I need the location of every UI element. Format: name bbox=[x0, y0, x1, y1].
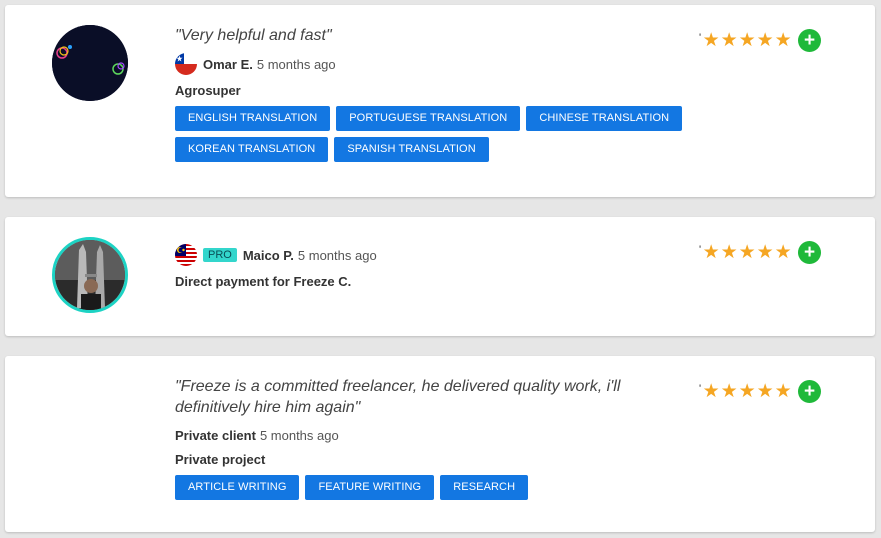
star-icon: ★ bbox=[756, 381, 774, 402]
skill-tag[interactable]: ENGLISH TRANSLATION bbox=[175, 106, 331, 131]
skill-tag[interactable]: FEATURE WRITING bbox=[305, 475, 435, 500]
skill-tag[interactable]: CHINESE TRANSLATION bbox=[526, 106, 683, 131]
star-rating: ' ★ ★ ★ ★ ★ + bbox=[699, 241, 822, 264]
project-title[interactable]: Direct payment for Freeze C. bbox=[175, 274, 695, 289]
star-rating: ' ★ ★ ★ ★ ★ + bbox=[699, 380, 822, 403]
review-card: PRO Maico P. 5 months ago Direct payment… bbox=[5, 217, 875, 336]
star-icon: ★ bbox=[702, 381, 720, 402]
skill-tag[interactable]: KOREAN TRANSLATION bbox=[175, 137, 329, 162]
star-rating: ' ★ ★ ★ ★ ★ + bbox=[699, 29, 822, 52]
star-icon: ★ bbox=[720, 242, 738, 263]
reviewer-name: Private client bbox=[175, 427, 256, 443]
review-meta: Omar E. 5 months ago bbox=[175, 53, 695, 75]
skill-tags: ARTICLE WRITING FEATURE WRITING RESEARCH bbox=[175, 475, 815, 500]
star-icon: ★ bbox=[774, 381, 792, 402]
plus-circle-icon[interactable]: + bbox=[798, 380, 822, 403]
reviewer-name[interactable]: Maico P. bbox=[243, 248, 294, 263]
star-icon: ★ bbox=[774, 242, 792, 263]
plus-circle-icon[interactable]: + bbox=[798, 241, 822, 264]
rating-tick-icon: ' bbox=[699, 382, 702, 395]
skill-tag[interactable]: RESEARCH bbox=[440, 475, 529, 500]
review-quote: "Freeze is a committed freelancer, he de… bbox=[175, 378, 621, 416]
skill-tags: ENGLISH TRANSLATION PORTUGUESE TRANSLATI… bbox=[175, 106, 815, 162]
rating-tick-icon: ' bbox=[699, 243, 702, 256]
rating-tick-icon: ' bbox=[699, 31, 702, 44]
chile-flag-icon bbox=[175, 53, 197, 75]
star-icon: ★ bbox=[756, 242, 774, 263]
review-time: 5 months ago bbox=[256, 56, 336, 72]
project-title[interactable]: Agrosuper bbox=[175, 83, 695, 98]
reviewer-name[interactable]: Omar E. bbox=[203, 57, 253, 72]
star-icon: ★ bbox=[774, 30, 792, 51]
review-meta: Private client 5 months ago bbox=[175, 424, 695, 446]
star-icon: ★ bbox=[702, 30, 720, 51]
star-icon: ★ bbox=[738, 30, 756, 51]
star-icon: ★ bbox=[702, 242, 720, 263]
star-icon: ★ bbox=[756, 30, 774, 51]
skill-tag[interactable]: SPANISH TRANSLATION bbox=[334, 137, 489, 162]
malaysia-flag-icon bbox=[175, 244, 197, 266]
pro-badge: PRO bbox=[203, 248, 237, 262]
review-card: "Very helpful and fast" Omar E. 5 months… bbox=[5, 5, 875, 197]
star-icon: ★ bbox=[738, 242, 756, 263]
skill-tag[interactable]: ARTICLE WRITING bbox=[175, 475, 300, 500]
plus-circle-icon[interactable]: + bbox=[798, 29, 822, 52]
star-icon: ★ bbox=[720, 30, 738, 51]
review-time: 5 months ago bbox=[259, 427, 339, 443]
star-icon: ★ bbox=[738, 381, 756, 402]
star-icon: ★ bbox=[720, 381, 738, 402]
review-time: 5 months ago bbox=[297, 247, 377, 263]
avatar[interactable] bbox=[52, 25, 128, 101]
review-quote: "Very helpful and fast" bbox=[175, 27, 332, 44]
skill-tag[interactable]: PORTUGUESE TRANSLATION bbox=[336, 106, 521, 131]
review-card: "Freeze is a committed freelancer, he de… bbox=[5, 356, 875, 532]
avatar[interactable] bbox=[52, 237, 128, 313]
project-title: Private project bbox=[175, 452, 266, 467]
review-meta: PRO Maico P. 5 months ago bbox=[175, 244, 695, 266]
